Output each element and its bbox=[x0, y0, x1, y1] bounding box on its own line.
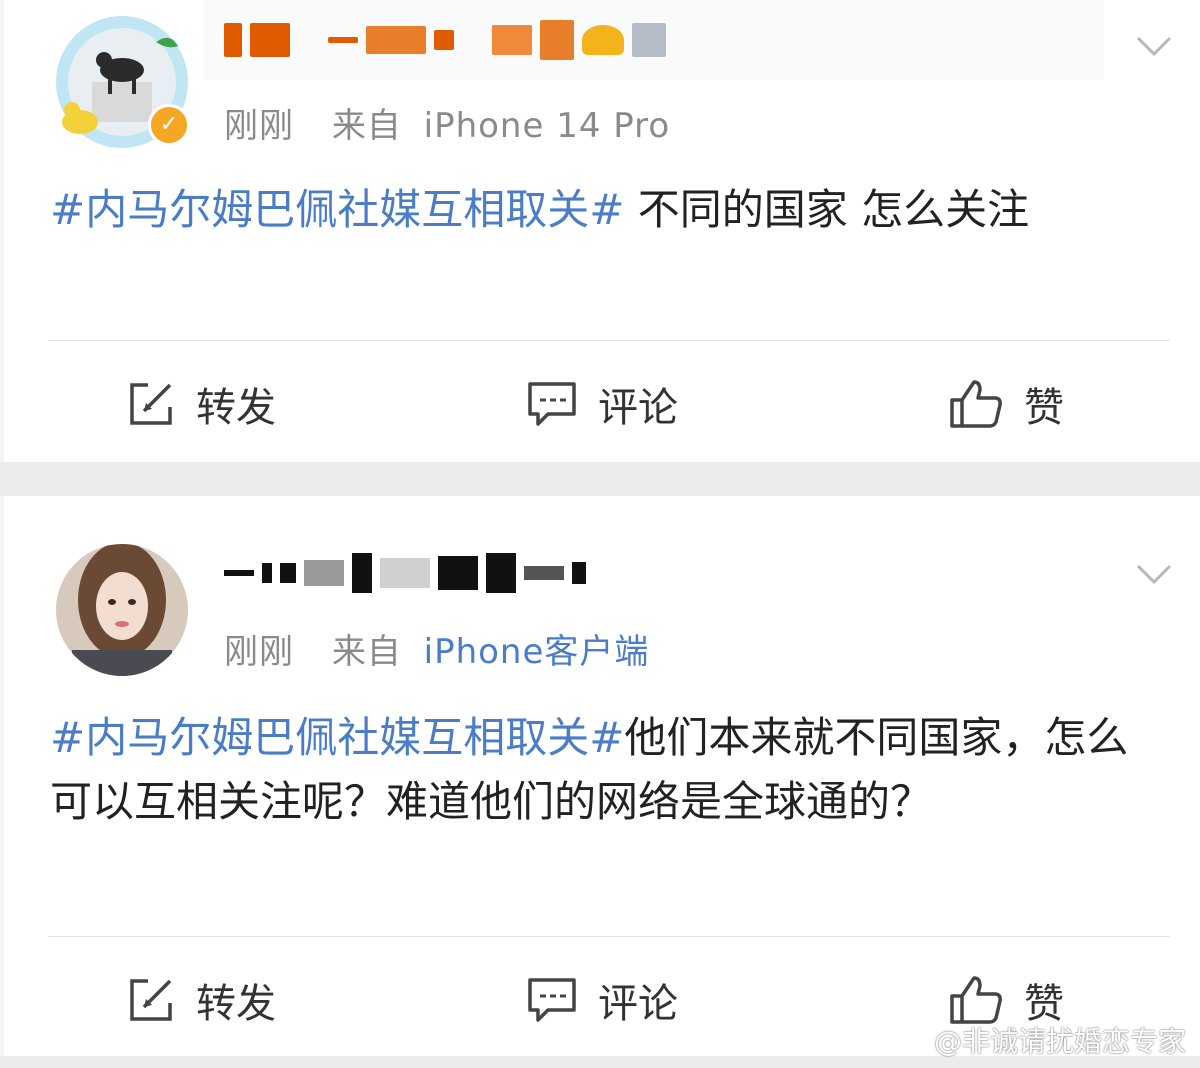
chevron-down-icon[interactable] bbox=[1134, 26, 1174, 66]
divider bbox=[48, 340, 1170, 341]
like-label: 赞 bbox=[1024, 385, 1064, 431]
post-content: #内马尔姆巴佩社媒互相取关#他们本来就不同国家，怎么可以互相关注呢？难道他们的网… bbox=[50, 706, 1160, 834]
verified-badge-icon: ✓ bbox=[148, 104, 190, 146]
post-device[interactable]: iPhone客户端 bbox=[424, 632, 650, 672]
like-button[interactable]: 赞 bbox=[948, 364, 1064, 444]
repost-label: 转发 bbox=[196, 385, 276, 431]
post-source-prefix: 来自 bbox=[331, 106, 402, 146]
post-source-prefix: 来自 bbox=[331, 632, 402, 672]
weibo-post-1: ✓ 刚刚 来自 iPhone 14 Pro #内马尔姆巴佩社媒互相取关# 不同的… bbox=[0, 0, 1200, 462]
avatar[interactable] bbox=[52, 540, 192, 680]
post-content: #内马尔姆巴佩社媒互相取关# 不同的国家 怎么关注 bbox=[50, 178, 1160, 242]
comment-button[interactable]: 评论 bbox=[526, 364, 678, 444]
post-time: 刚刚 bbox=[224, 106, 294, 146]
watermark: @非诚请扰婚恋专家 bbox=[890, 1020, 1186, 1060]
thumbs-up-icon bbox=[950, 976, 1002, 1024]
weibo-logo-icon bbox=[890, 1026, 928, 1056]
repost-label: 转发 bbox=[196, 981, 276, 1027]
chevron-down-icon[interactable] bbox=[1134, 554, 1174, 594]
comment-bubble-icon bbox=[528, 382, 576, 426]
post-text: 不同的国家 怎么关注 bbox=[624, 185, 1030, 234]
divider bbox=[48, 936, 1170, 937]
share-edit-icon bbox=[130, 383, 172, 425]
weibo-post-2: 刚刚 来自 iPhone客户端 #内马尔姆巴佩社媒互相取关#他们本来就不同国家，… bbox=[0, 496, 1200, 1056]
comment-label: 评论 bbox=[598, 981, 678, 1027]
avatar[interactable]: ✓ bbox=[52, 12, 192, 152]
post-meta: 刚刚 来自 iPhone客户端 bbox=[224, 624, 649, 673]
action-bar: 转发 评论 赞 bbox=[4, 364, 1200, 444]
avatar-image bbox=[56, 544, 188, 676]
post-time: 刚刚 bbox=[224, 632, 294, 672]
post-device[interactable]: iPhone 14 Pro bbox=[424, 106, 671, 146]
username-redacted[interactable] bbox=[204, 0, 1104, 80]
hashtag-link[interactable]: #内马尔姆巴佩社媒互相取关# bbox=[50, 713, 624, 762]
share-edit-icon bbox=[130, 979, 172, 1021]
thumbs-up-icon bbox=[950, 380, 1002, 428]
comment-button[interactable]: 评论 bbox=[526, 960, 678, 1040]
repost-button[interactable]: 转发 bbox=[126, 960, 276, 1040]
comment-label: 评论 bbox=[598, 385, 678, 431]
post-meta: 刚刚 来自 iPhone 14 Pro bbox=[224, 98, 670, 147]
watermark-text: @非诚请扰婚恋专家 bbox=[933, 1025, 1186, 1058]
repost-button[interactable]: 转发 bbox=[126, 364, 276, 444]
username-redacted[interactable] bbox=[224, 546, 586, 600]
hashtag-link[interactable]: #内马尔姆巴佩社媒互相取关# bbox=[50, 185, 624, 234]
comment-bubble-icon bbox=[528, 978, 576, 1022]
